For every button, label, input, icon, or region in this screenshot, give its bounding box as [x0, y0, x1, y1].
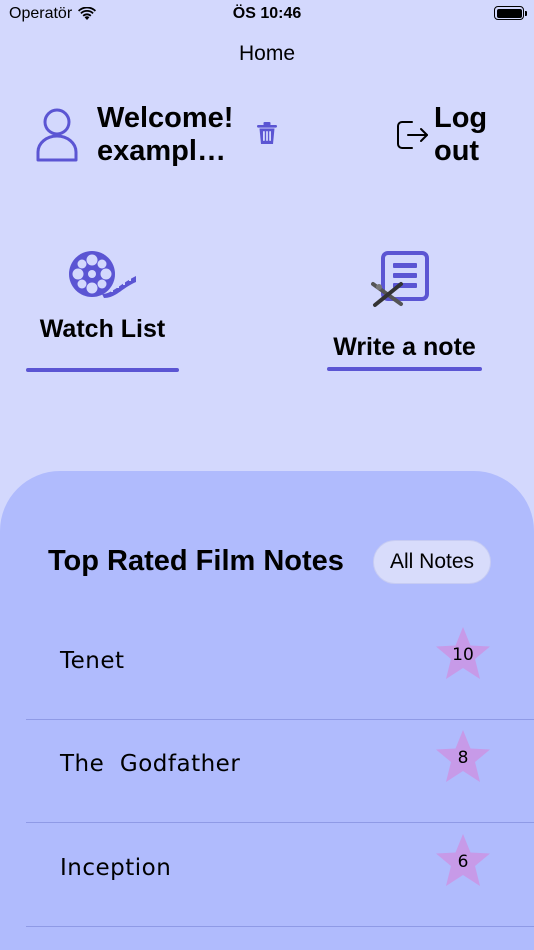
page-title: Home	[238, 42, 296, 65]
status-bar: Operatör ÖS 10:46	[0, 0, 534, 28]
logout-label-line2: out	[434, 135, 480, 167]
logout-label: Log out	[434, 102, 514, 168]
battery-icon	[494, 6, 527, 20]
logout-label-line1: Log	[434, 102, 488, 134]
trash-icon[interactable]	[256, 121, 278, 145]
all-notes-button[interactable]: All Notes	[373, 540, 491, 584]
welcome-username: exampl…	[97, 135, 226, 167]
note-row[interactable]: Inception 6	[26, 823, 534, 927]
note-title: The Godfather	[60, 751, 241, 777]
top-rated-panel: Top Rated Film Notes All Notes Tenet 10 …	[0, 471, 534, 950]
note-title: Inception	[60, 855, 172, 881]
note-row[interactable]: Tenet 10	[26, 616, 534, 720]
watch-list-label: Watch List	[39, 315, 166, 343]
welcome-line1: Welcome!	[97, 102, 234, 134]
write-note-button[interactable]: Write a note	[327, 250, 482, 371]
user-icon	[36, 108, 78, 162]
rating-badge: 10	[433, 624, 493, 684]
section-title: Top Rated Film Notes	[48, 545, 344, 577]
write-note-label: Write a note	[333, 333, 476, 361]
write-note-icon	[371, 251, 429, 307]
logout-icon	[397, 121, 428, 149]
film-reel-icon	[69, 251, 136, 298]
write-note-underline	[327, 367, 482, 371]
film-reel-icon-wrap	[26, 250, 179, 305]
status-time: ÖS 10:46	[232, 5, 302, 22]
rating-value: 10	[452, 645, 474, 665]
note-icon-wrap	[327, 250, 482, 308]
watch-list-underline	[26, 368, 179, 372]
rating-badge: 6	[433, 831, 493, 891]
note-row[interactable]: The Godfather 8	[26, 719, 534, 823]
logout-button[interactable]: Log out	[396, 102, 514, 168]
watch-list-button[interactable]: Watch List	[26, 250, 179, 372]
rating-value: 6	[457, 852, 469, 872]
row-divider	[26, 926, 534, 927]
rating-badge: 8	[433, 727, 493, 787]
note-title: Tenet	[60, 648, 125, 674]
rating-value: 8	[457, 748, 469, 768]
welcome-message: Welcome! exampl…	[97, 102, 247, 168]
